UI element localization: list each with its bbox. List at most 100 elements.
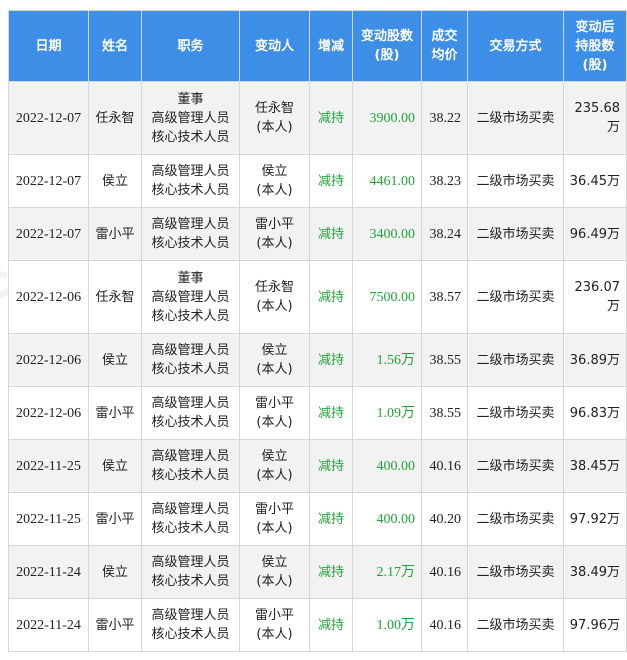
cell-position: 高级管理人员 核心技术人员: [141, 333, 240, 387]
cell-direction: 减持: [309, 386, 353, 440]
header-changer: 变动人: [239, 10, 310, 82]
cell-after: 36.45万: [563, 154, 627, 208]
cell-date: 2022-12-07: [8, 207, 89, 261]
cell-name: 雷小平: [88, 386, 142, 440]
cell-position: 董事 高级管理人员 核心技术人员: [141, 260, 240, 334]
cell-direction: 减持: [309, 260, 353, 334]
cell-direction: 减持: [309, 439, 353, 493]
cell-position: 高级管理人员 核心技术人员: [141, 154, 240, 208]
cell-method: 二级市场买卖: [467, 207, 564, 261]
cell-name: 雷小平: [88, 207, 142, 261]
cell-date: 2022-12-07: [8, 81, 89, 155]
header-name: 姓名: [88, 10, 142, 82]
cell-method: 二级市场买卖: [467, 81, 564, 155]
cell-date: 2022-12-06: [8, 333, 89, 387]
cell-name: 侯立: [88, 154, 142, 208]
cell-changer: 侯立 (本人): [239, 545, 310, 599]
cell-after: 38.45万: [563, 439, 627, 493]
table-row: 2022-12-07 侯立 高级管理人员 核心技术人员 侯立 (本人) 减持 4461.00 3…: [8, 154, 627, 208]
cell-changer: 雷小平 (本人): [239, 598, 310, 652]
cell-changer: 雷小平 (本人): [239, 386, 310, 440]
cell-price: 40.16: [421, 598, 468, 652]
table-row: 2022-12-06 侯立 高级管理人员 核心技术人员 侯立 (本人) 减持 1.56万 38.…: [8, 333, 627, 387]
cell-changer: 侯立 (本人): [239, 154, 310, 208]
table-row: 2022-12-06 任永智 董事 高级管理人员 核心技术人员 任永智 (本人) 减持 7500…: [8, 260, 627, 334]
cell-method: 二级市场买卖: [467, 386, 564, 440]
cell-method: 二级市场买卖: [467, 492, 564, 546]
cell-shares: 7500.00: [352, 260, 422, 334]
cell-name: 任永智: [88, 260, 142, 334]
cell-shares: 4461.00: [352, 154, 422, 208]
header-after: 变动后 持股数 (股): [563, 10, 627, 82]
cell-date: 2022-12-06: [8, 260, 89, 334]
cell-price: 38.22: [421, 81, 468, 155]
cell-after: 97.92万: [563, 492, 627, 546]
cell-name: 侯立: [88, 333, 142, 387]
cell-after: 236.07万: [563, 260, 627, 334]
cell-name: 侯立: [88, 545, 142, 599]
header-position: 职务: [141, 10, 240, 82]
cell-direction: 减持: [309, 81, 353, 155]
cell-after: 96.83万: [563, 386, 627, 440]
cell-date: 2022-11-24: [8, 598, 89, 652]
cell-after: 38.49万: [563, 545, 627, 599]
cell-method: 二级市场买卖: [467, 154, 564, 208]
cell-after: 235.68万: [563, 81, 627, 155]
cell-position: 高级管理人员 核心技术人员: [141, 439, 240, 493]
table-row: 2022-12-07 任永智 董事 高级管理人员 核心技术人员 任永智 (本人) 减持 3900…: [8, 81, 627, 155]
cell-date: 2022-12-06: [8, 386, 89, 440]
table-row: 2022-11-24 侯立 高级管理人员 核心技术人员 侯立 (本人) 减持 2.17万 40.…: [8, 545, 627, 599]
cell-method: 二级市场买卖: [467, 439, 564, 493]
cell-direction: 减持: [309, 207, 353, 261]
cell-changer: 雷小平 (本人): [239, 492, 310, 546]
cell-price: 40.16: [421, 545, 468, 599]
table-row: 2022-11-25 侯立 高级管理人员 核心技术人员 侯立 (本人) 减持 400.00 40…: [8, 439, 627, 493]
table-row: 2022-11-24 雷小平 高级管理人员 核心技术人员 雷小平 (本人) 减持 1.00万 4…: [8, 598, 627, 652]
cell-price: 38.55: [421, 386, 468, 440]
cell-method: 二级市场买卖: [467, 333, 564, 387]
cell-name: 任永智: [88, 81, 142, 155]
cell-shares: 400.00: [352, 492, 422, 546]
cell-shares: 1.00万: [352, 598, 422, 652]
header-price: 成交 均价: [421, 10, 468, 82]
cell-changer: 侯立 (本人): [239, 333, 310, 387]
cell-name: 雷小平: [88, 492, 142, 546]
cell-position: 董事 高级管理人员 核心技术人员: [141, 81, 240, 155]
cell-method: 二级市场买卖: [467, 260, 564, 334]
cell-name: 侯立: [88, 439, 142, 493]
cell-after: 36.89万: [563, 333, 627, 387]
cell-method: 二级市场买卖: [467, 598, 564, 652]
insider-trading-table: 日期 姓名 职务 变动人 增减 变动股数 (股) 成交 均价 交易方式 变动后 持股数…: [8, 10, 627, 652]
cell-direction: 减持: [309, 598, 353, 652]
table-row: 2022-12-06 雷小平 高级管理人员 核心技术人员 雷小平 (本人) 减持 1.09万 3…: [8, 386, 627, 440]
cell-changer: 任永智 (本人): [239, 260, 310, 334]
cell-price: 40.20: [421, 492, 468, 546]
cell-method: 二级市场买卖: [467, 545, 564, 599]
cell-price: 38.24: [421, 207, 468, 261]
cell-direction: 减持: [309, 492, 353, 546]
cell-position: 高级管理人员 核心技术人员: [141, 598, 240, 652]
header-date: 日期: [8, 10, 89, 82]
cell-position: 高级管理人员 核心技术人员: [141, 545, 240, 599]
cell-name: 雷小平: [88, 598, 142, 652]
cell-shares: 1.09万: [352, 386, 422, 440]
trade-table-container: 日期 姓名 职务 变动人 增减 变动股数 (股) 成交 均价 交易方式 变动后 持股数…: [8, 10, 627, 652]
cell-after: 97.96万: [563, 598, 627, 652]
header-direction: 增减: [309, 10, 353, 82]
cell-date: 2022-11-24: [8, 545, 89, 599]
cell-price: 38.55: [421, 333, 468, 387]
cell-shares: 3400.00: [352, 207, 422, 261]
cell-price: 38.23: [421, 154, 468, 208]
cell-position: 高级管理人员 核心技术人员: [141, 207, 240, 261]
cell-shares: 3900.00: [352, 81, 422, 155]
table-row: 2022-11-25 雷小平 高级管理人员 核心技术人员 雷小平 (本人) 减持 400.00…: [8, 492, 627, 546]
cell-direction: 减持: [309, 545, 353, 599]
cell-direction: 减持: [309, 154, 353, 208]
cell-changer: 任永智 (本人): [239, 81, 310, 155]
cell-date: 2022-12-07: [8, 154, 89, 208]
cell-date: 2022-11-25: [8, 492, 89, 546]
cell-direction: 减持: [309, 333, 353, 387]
header-row: 日期 姓名 职务 变动人 增减 变动股数 (股) 成交 均价 交易方式 变动后 持股数…: [8, 10, 627, 82]
header-shares: 变动股数 (股): [352, 10, 422, 82]
cell-price: 38.57: [421, 260, 468, 334]
